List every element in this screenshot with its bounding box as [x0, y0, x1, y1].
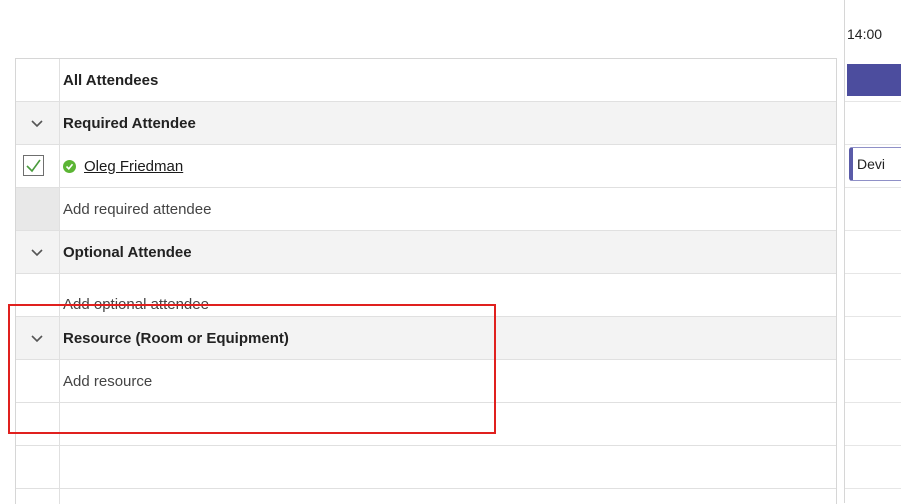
scheduling-pane: 14:00 Devi [844, 0, 901, 503]
event-chip[interactable]: Devi [849, 147, 901, 181]
schedule-gridline [845, 144, 901, 145]
attendee-grid: All Attendees Required Attendee Oleg Fri… [15, 58, 837, 504]
group-row-required[interactable]: Required Attendee [16, 102, 836, 145]
schedule-gridline [845, 230, 901, 231]
attendee-checkbox[interactable] [23, 155, 44, 176]
group-gutter [16, 231, 60, 273]
empty-row [16, 446, 836, 489]
schedule-gridline [845, 445, 901, 446]
empty-gutter [16, 489, 60, 504]
busy-time-bar [847, 64, 901, 96]
empty-gutter [16, 446, 60, 488]
schedule-gridline [845, 402, 901, 403]
all-attendees-header[interactable]: All Attendees [60, 59, 836, 101]
schedule-gridline [845, 187, 901, 188]
add-required-row[interactable]: Add required attendee [16, 188, 836, 231]
attendee-row[interactable]: Oleg Friedman [16, 145, 836, 188]
group-row-optional[interactable]: Optional Attendee [16, 231, 836, 274]
group-title-required: Required Attendee [63, 114, 196, 132]
checkmark-icon [26, 159, 41, 173]
attendee-name-link[interactable]: Oleg Friedman [84, 158, 183, 175]
header-gutter [16, 59, 60, 101]
schedule-gridline [845, 273, 901, 274]
empty-row [16, 489, 836, 504]
group-gutter [16, 102, 60, 144]
add-required-attendee-input[interactable]: Add required attendee [60, 188, 836, 230]
attendee-gutter [16, 145, 60, 187]
schedule-gridline [845, 316, 901, 317]
schedule-gridline [845, 101, 901, 102]
accepted-status-icon [63, 159, 76, 173]
schedule-gridline [845, 488, 901, 489]
add-required-gutter [16, 188, 60, 230]
attendee-cell: Oleg Friedman [60, 145, 836, 187]
chevron-down-icon[interactable] [30, 245, 44, 259]
grid-header-row: All Attendees [16, 59, 836, 102]
schedule-gridline [845, 359, 901, 360]
group-title-optional: Optional Attendee [63, 243, 192, 261]
time-label: 14:00 [847, 26, 883, 42]
highlight-annotation [8, 304, 496, 434]
chevron-down-icon[interactable] [30, 116, 44, 130]
